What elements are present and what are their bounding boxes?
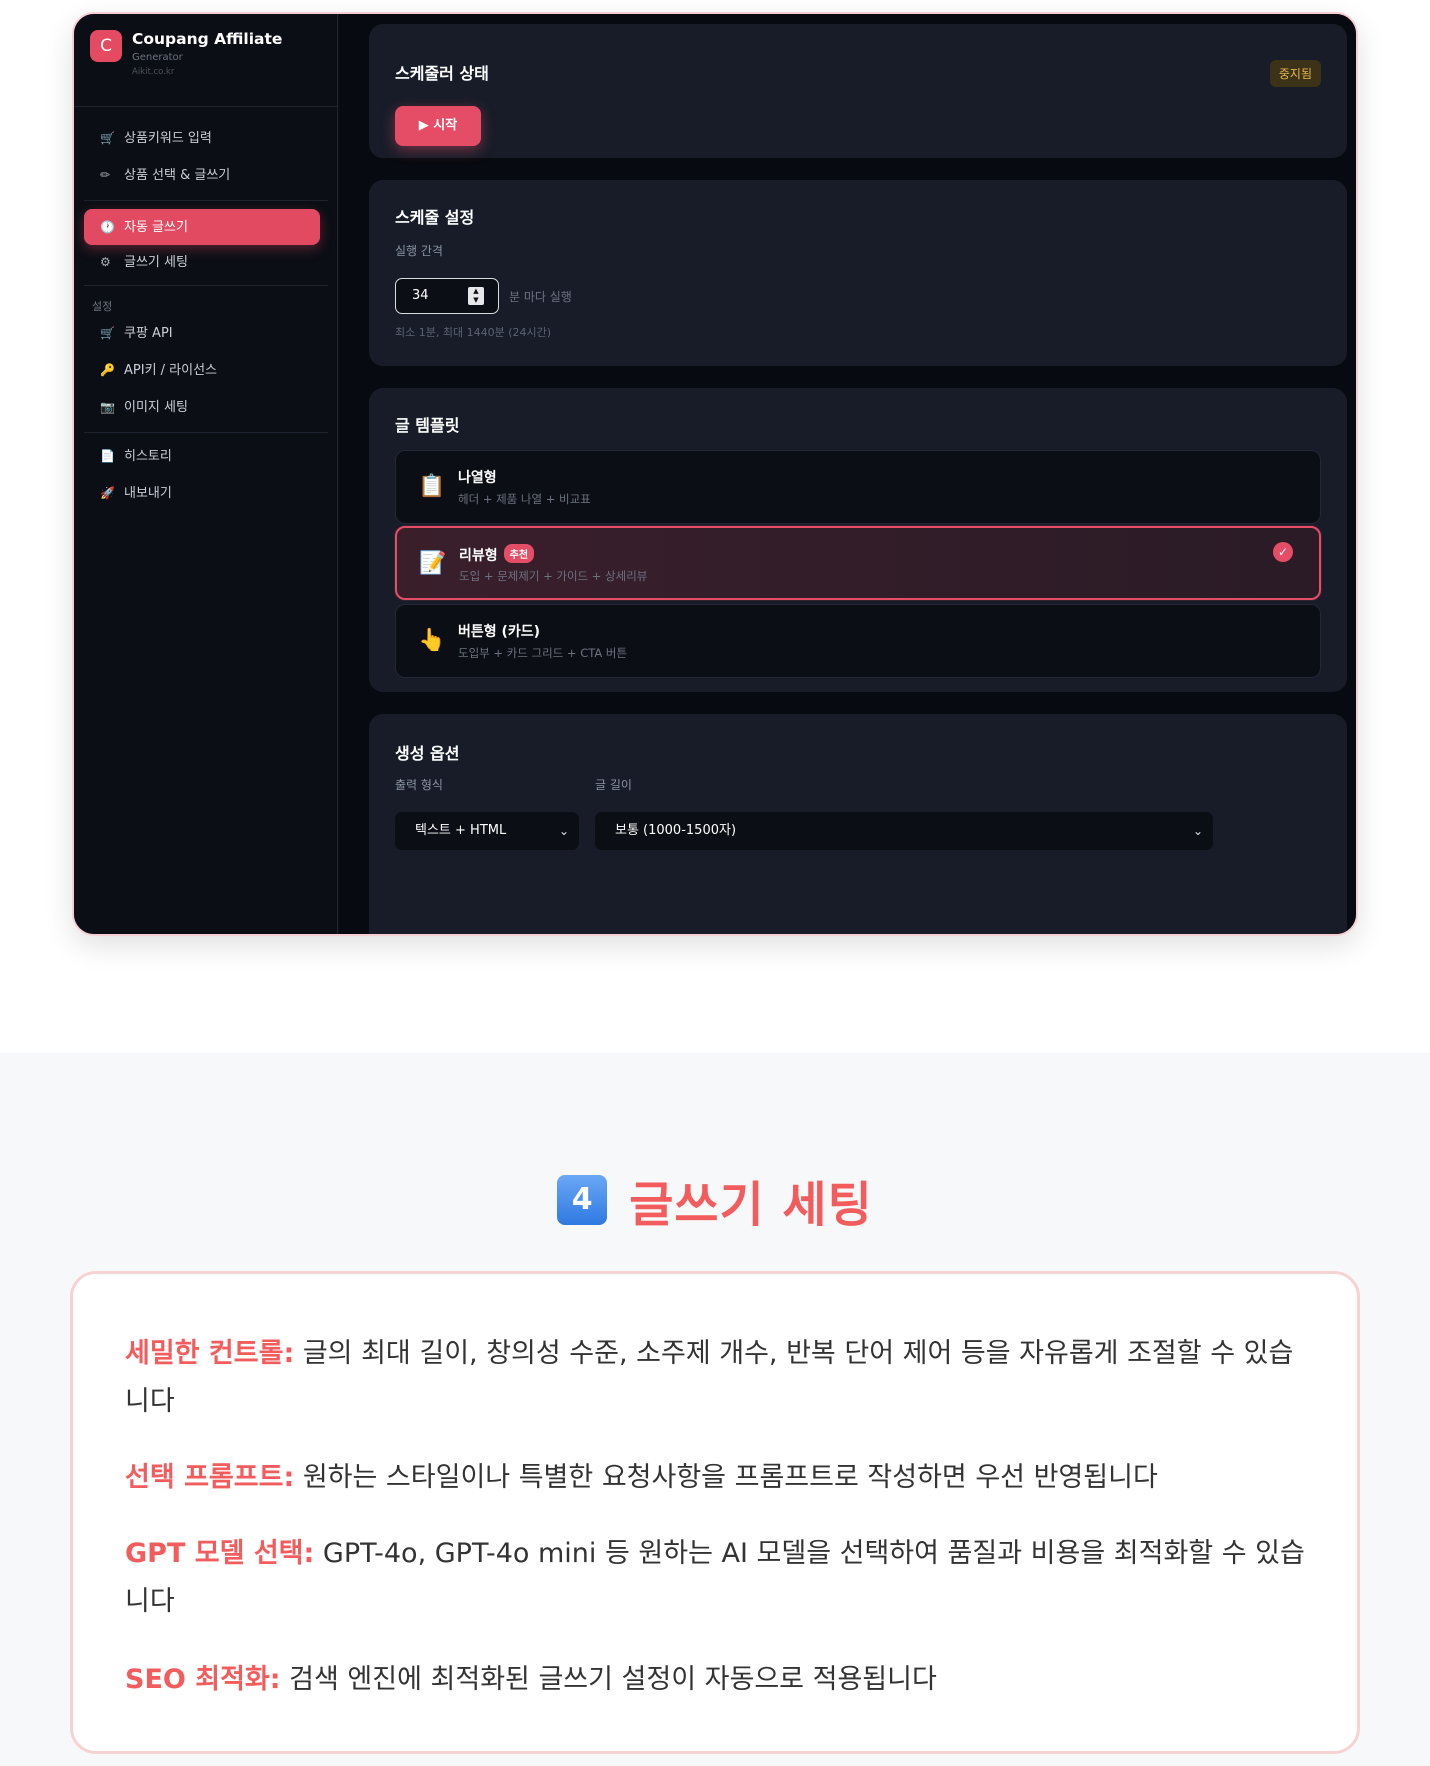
template-name: 버튼형 (카드) xyxy=(458,624,541,640)
sidebar-item-history[interactable]: 📄 히스토리 xyxy=(84,438,320,474)
template-option-review[interactable]: 📝 리뷰형 추천 도입 + 문제제기 + 가이드 + 상세리뷰 ✓ xyxy=(395,526,1321,600)
template-title: 글 템플릿 xyxy=(395,416,460,435)
screenshot-section: C Coupang Affiliate Generator Aikit.co.k… xyxy=(0,0,1430,1053)
template-name: 리뷰형 추천 xyxy=(459,544,535,565)
sidebar-item-label: 쿠팡 API xyxy=(124,326,173,341)
feature-item: 선택 프롬프트: 원하는 스타일이나 특별한 요청사항을 프롬프트로 작성하면 … xyxy=(125,1454,1315,1502)
sidebar-item-api-license[interactable]: 🔑 API키 / 라이선스 xyxy=(84,352,320,388)
spinner-icon[interactable]: ▲ ▼ xyxy=(468,287,484,305)
interval-unit: 분 마다 실행 xyxy=(509,290,572,304)
brand-url: Aikit.co.kr xyxy=(132,67,175,77)
app-window: C Coupang Affiliate Generator Aikit.co.k… xyxy=(72,12,1358,936)
rocket-icon: 🚀 xyxy=(100,486,115,500)
output-format-select[interactable]: 텍스트 + HTML ⌄ xyxy=(395,812,579,850)
sidebar-item-label: 상품키워드 입력 xyxy=(124,131,212,146)
template-desc: 헤더 + 제품 나열 + 비교표 xyxy=(458,492,591,506)
check-icon: ✓ xyxy=(1273,542,1293,562)
template-name-text: 리뷰형 xyxy=(459,548,498,564)
feature-text: 검색 엔진에 최적화된 글쓰기 설정이 자동으로 적용됩니다 xyxy=(280,1664,937,1695)
number-4-icon: 4 xyxy=(557,1175,608,1225)
start-button[interactable]: ▶ 시작 xyxy=(395,106,481,146)
section-title: 글쓰기 세팅 xyxy=(629,1177,873,1233)
interval-label: 실행 간격 xyxy=(395,244,443,258)
document-icon: 📄 xyxy=(100,449,115,463)
brand: C Coupang Affiliate Generator Aikit.co.k… xyxy=(90,30,320,104)
template-name: 나열형 xyxy=(458,470,497,486)
sidebar-item-label: 자동 글쓰기 xyxy=(124,220,188,235)
divider xyxy=(84,432,328,433)
scheduler-title: 스케줄러 상태 xyxy=(395,64,489,83)
recommended-badge: 추천 xyxy=(503,544,535,563)
chevron-down-icon: ⌄ xyxy=(1192,824,1203,838)
feature-key: 세밀한 컨트롤: xyxy=(125,1338,295,1369)
feature-item: SEO 최적화: 검색 엔진에 최적화된 글쓰기 설정이 자동으로 적용됩니다 xyxy=(125,1656,1315,1704)
clock-icon: 🕐 xyxy=(100,220,115,234)
sidebar-item-label: 상품 선택 & 글쓰기 xyxy=(124,168,231,183)
sidebar-item-label: 이미지 세팅 xyxy=(124,400,188,415)
scheduler-status-card: 스케줄러 상태 중지됨 ▶ 시작 xyxy=(369,24,1347,158)
feature-key: 선택 프롬프트: xyxy=(125,1462,295,1493)
generation-options-title: 생성 옵션 xyxy=(395,744,460,763)
feature-item: GPT 모델 선택: GPT-4o, GPT-4o mini 등 원하는 AI … xyxy=(125,1530,1315,1626)
feature-item: 세밀한 컨트롤: 글의 최대 길이, 창의성 수준, 소주제 개수, 반복 단어… xyxy=(125,1330,1315,1426)
schedule-settings-card: 스케줄 설정 실행 간격 34 ▲ ▼ 분 마다 실행 최소 1분, 최대 144… xyxy=(369,180,1347,366)
template-desc: 도입 + 문제제기 + 가이드 + 상세리뷰 xyxy=(459,569,648,583)
template-option-list[interactable]: 📋 나열형 헤더 + 제품 나열 + 비교표 xyxy=(395,450,1321,524)
schedule-settings-title: 스케줄 설정 xyxy=(395,208,475,227)
sidebar-item-label: 글쓰기 세팅 xyxy=(124,255,188,270)
generation-options-card: 생성 옵션 출력 형식 글 길이 텍스트 + HTML ⌄ 보통 (1000-15… xyxy=(369,714,1347,934)
brand-title: Coupang Affiliate xyxy=(132,30,283,48)
divider xyxy=(84,285,328,286)
sidebar-item-label: API키 / 라이선스 xyxy=(124,363,218,378)
sidebar-item-auto-writing[interactable]: 🕐 자동 글쓰기 xyxy=(84,209,320,245)
template-card: 글 템플릿 📋 나열형 헤더 + 제품 나열 + 비교표 📝 리뷰형 추천 도입 … xyxy=(369,388,1347,692)
output-format-value: 텍스트 + HTML xyxy=(415,823,507,838)
feature-text: 원하는 스타일이나 특별한 요청사항을 프롬프트로 작성하면 우선 반영됩니다 xyxy=(294,1462,1158,1493)
sidebar-item-image-settings[interactable]: 📷 이미지 세팅 xyxy=(84,389,320,425)
camera-icon: 📷 xyxy=(100,400,115,414)
sidebar-item-label: 히스토리 xyxy=(124,449,172,464)
sidebar-item-label: 내보내기 xyxy=(124,486,172,501)
feature-card: 세밀한 컨트롤: 글의 최대 길이, 창의성 수준, 소주제 개수, 반복 단어… xyxy=(70,1271,1360,1754)
pointing-hand-icon: 👆 xyxy=(418,628,446,653)
divider xyxy=(84,200,328,201)
feature-key: SEO 최적화: xyxy=(125,1664,281,1695)
section-heading: 4 글쓰기 세팅 xyxy=(0,1165,1430,1235)
divider xyxy=(74,106,337,107)
length-value: 보통 (1000-1500자) xyxy=(615,823,737,838)
brand-subtitle: Generator xyxy=(132,52,183,63)
status-badge: 중지됨 xyxy=(1269,60,1321,87)
template-option-button-card[interactable]: 👆 버튼형 (카드) 도입부 + 카드 그리드 + CTA 버튼 xyxy=(395,604,1321,678)
key-icon: 🔑 xyxy=(100,363,115,377)
sidebar-item-export[interactable]: 🚀 내보내기 xyxy=(84,475,320,511)
feature-text: 글의 최대 길이, 창의성 수준, 소주제 개수, 반복 단어 제어 등을 자유… xyxy=(125,1338,1294,1417)
app-logo: C xyxy=(90,30,122,62)
feature-key: GPT 모델 선택: xyxy=(125,1538,315,1569)
length-select[interactable]: 보통 (1000-1500자) ⌄ xyxy=(595,812,1213,850)
interval-value: 34 xyxy=(412,288,429,303)
template-desc: 도입부 + 카드 그리드 + CTA 버튼 xyxy=(458,646,628,660)
length-label: 글 길이 xyxy=(595,778,632,792)
sidebar: C Coupang Affiliate Generator Aikit.co.k… xyxy=(74,14,338,934)
interval-hint: 최소 1분, 최대 1440분 (24시간) xyxy=(395,326,552,339)
pencil-icon: ✏ xyxy=(100,168,111,182)
gear-icon: ⚙ xyxy=(100,255,111,269)
cart-icon: 🛒 xyxy=(100,326,115,340)
sidebar-item-writing-settings[interactable]: ⚙ 글쓰기 세팅 xyxy=(84,244,320,280)
sidebar-item-keyword-input[interactable]: 🛒 상품키워드 입력 xyxy=(84,120,320,156)
sidebar-item-coupang-api[interactable]: 🛒 쿠팡 API xyxy=(84,315,320,351)
interval-input[interactable]: 34 ▲ ▼ xyxy=(395,278,499,314)
clipboard-icon: 📋 xyxy=(418,474,446,499)
chevron-down-icon: ⌄ xyxy=(558,824,569,838)
main-content: 스케줄러 상태 중지됨 ▶ 시작 스케줄 설정 실행 간격 34 ▲ ▼ 분 마다… xyxy=(339,14,1356,934)
settings-section-label: 설정 xyxy=(92,300,113,313)
sidebar-item-product-select[interactable]: ✏ 상품 선택 & 글쓰기 xyxy=(84,157,320,193)
memo-icon: 📝 xyxy=(419,551,447,576)
cart-icon: 🛒 xyxy=(100,131,115,145)
output-format-label: 출력 형식 xyxy=(395,778,443,792)
